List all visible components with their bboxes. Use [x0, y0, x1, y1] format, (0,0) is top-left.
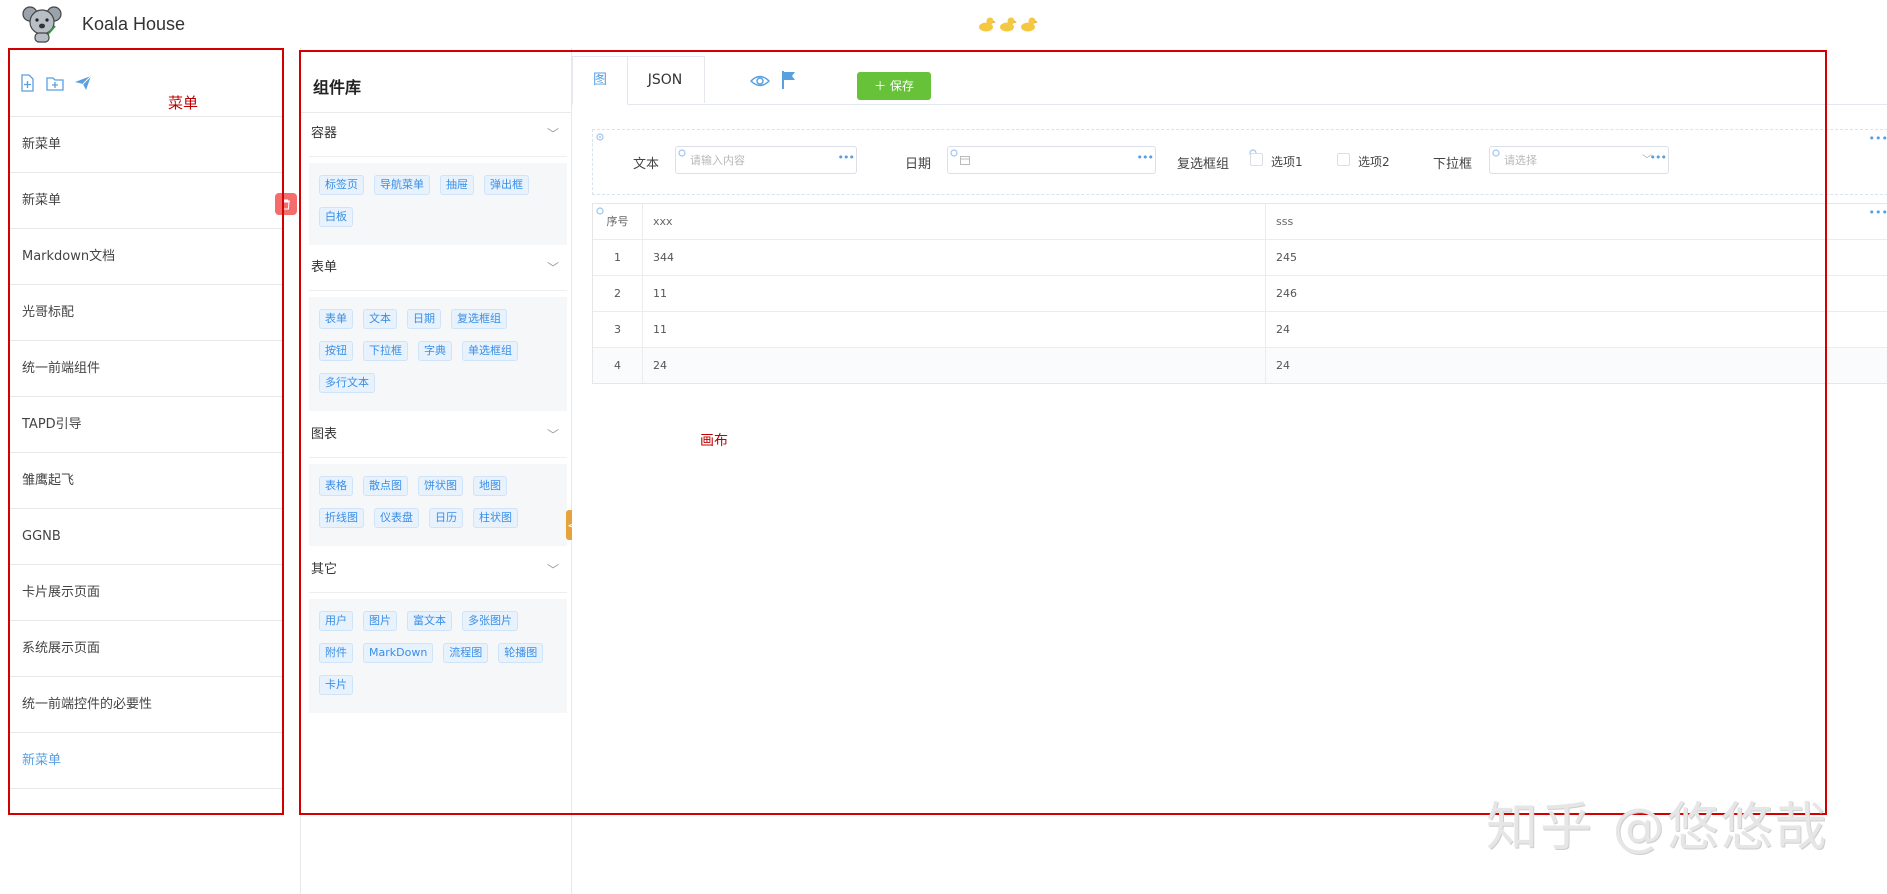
app-title: Koala House [82, 14, 186, 34]
more-icon[interactable]: ••• [1869, 132, 1887, 145]
watermark: 知乎 @悠悠哉 [1486, 798, 1829, 858]
menu-annotation-box [8, 48, 284, 815]
more-icon[interactable]: ••• [1869, 206, 1887, 219]
duck-icon [1000, 17, 1017, 32]
menu-annotation-label: 菜单 [168, 94, 199, 112]
duck-icon [979, 17, 996, 32]
decoration-ducks [978, 16, 1038, 32]
app-header: Koala House [0, 0, 1887, 49]
koala-logo-icon[interactable] [22, 4, 62, 44]
canvas-annotation-box [299, 50, 1827, 815]
duck-icon [1021, 17, 1038, 32]
